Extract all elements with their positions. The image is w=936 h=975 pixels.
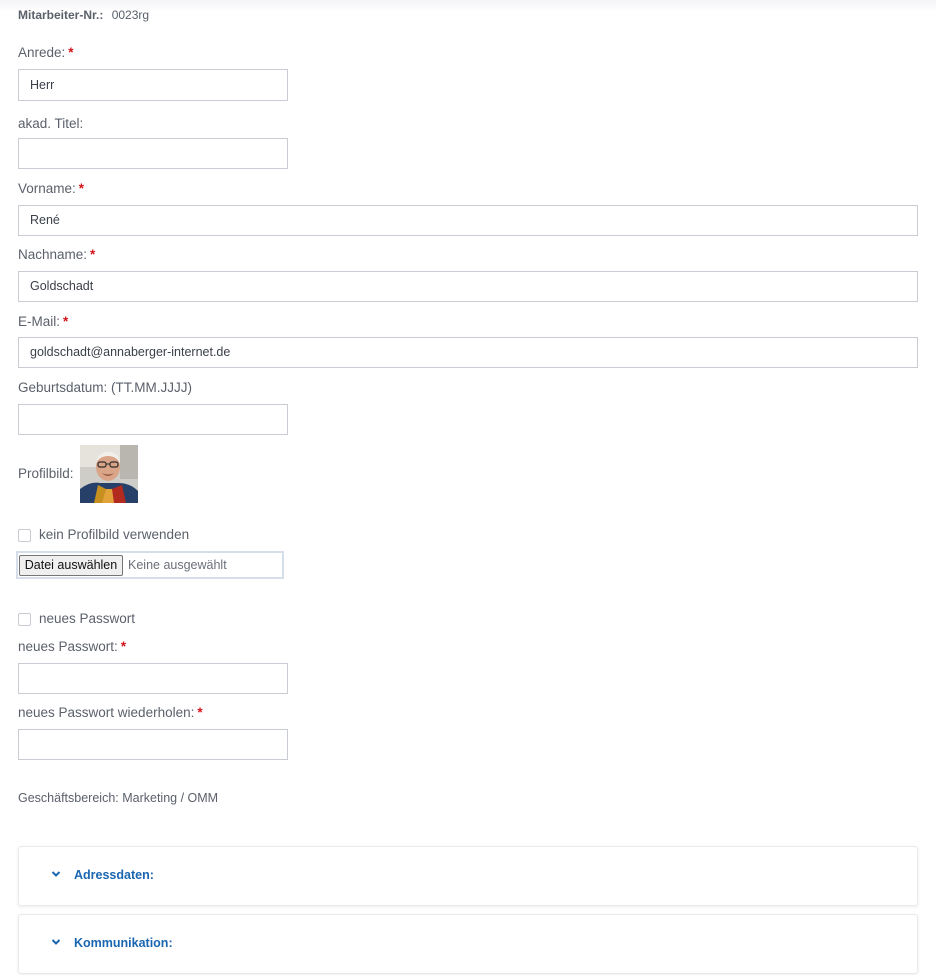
lastname-label: Nachname: * <box>18 247 95 262</box>
panel-address[interactable]: Adressdaten: <box>18 846 918 906</box>
chevron-down-icon <box>51 939 61 945</box>
profile-photo <box>80 445 138 503</box>
new-password-label: neues Passwort: * <box>18 639 126 654</box>
employee-number-label: Mitarbeiter-Nr.: <box>18 8 104 22</box>
no-profile-image-label: kein Profilbild verwenden <box>39 527 190 542</box>
new-password-field[interactable] <box>18 663 288 694</box>
new-password-toggle-label: neues Passwort <box>39 611 136 626</box>
email-label-text: E-Mail: <box>18 314 61 329</box>
required-marker: * <box>90 247 96 262</box>
lastname-field[interactable]: Goldschadt <box>18 271 918 302</box>
title-label: akad. Titel: <box>18 116 84 131</box>
repeat-password-label-text: neues Passwort wiederholen: <box>18 705 195 720</box>
new-password-checkbox[interactable] <box>18 613 31 626</box>
required-marker: * <box>197 705 203 720</box>
panel-communication[interactable]: Kommunikation: <box>18 914 918 974</box>
business-unit: Geschäftsbereich: Marketing / OMM <box>18 791 219 805</box>
profile-image-label: Profilbild: <box>18 466 74 481</box>
repeat-password-label: neues Passwort wiederholen: * <box>18 705 203 720</box>
email-field[interactable]: goldschadt@annaberger-internet.de <box>18 337 918 368</box>
email-label: E-Mail: * <box>18 314 68 329</box>
required-marker: * <box>120 639 127 654</box>
required-marker: * <box>63 314 69 329</box>
panel-address-title: Adressdaten: <box>74 868 154 882</box>
required-marker: * <box>78 181 85 196</box>
salutation-field[interactable]: Herr <box>18 69 288 101</box>
no-profile-image-checkbox[interactable] <box>18 529 31 542</box>
birthdate-field[interactable] <box>18 404 288 435</box>
salutation-label-text: Anrede: <box>18 45 66 60</box>
new-password-label-text: neues Passwort: <box>18 639 118 654</box>
title-field[interactable] <box>18 138 288 169</box>
lastname-label-text: Nachname: <box>18 247 88 262</box>
salutation-label: Anrede: * <box>18 45 74 60</box>
choose-file-button[interactable]: Datei auswählen <box>19 555 123 576</box>
panel-communication-title: Kommunikation: <box>74 936 173 950</box>
file-input[interactable]: Datei auswählen Keine ausgewählt <box>16 551 284 579</box>
firstname-label: Vorname: * <box>18 181 84 196</box>
file-status: Keine ausgewählt <box>128 558 227 572</box>
birthdate-label: Geburtsdatum: (TT.MM.JJJJ) <box>18 380 193 395</box>
firstname-field[interactable]: René <box>18 205 918 236</box>
required-marker: * <box>68 45 74 60</box>
employee-number-row: Mitarbeiter-Nr.: 0023rg <box>18 8 149 22</box>
profile-photo-image <box>80 445 138 503</box>
chevron-down-icon <box>51 871 61 877</box>
employee-number-value: 0023rg <box>111 8 150 22</box>
repeat-password-field[interactable] <box>18 729 288 760</box>
firstname-label-text: Vorname: <box>18 181 76 196</box>
